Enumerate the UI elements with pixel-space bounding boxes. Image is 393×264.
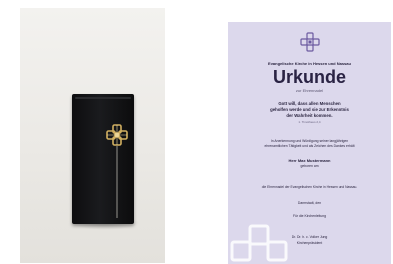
leadership-line: Für die Kirchenleitung (293, 214, 326, 218)
cross-watermark-icon (230, 224, 288, 262)
verse-line: Gott will, dass allen Menschen (278, 101, 341, 106)
box-edge (75, 97, 131, 99)
recognition-text: ehrenamtlichen Tätigkeit und als Zeichen… (264, 144, 355, 148)
certificate-subtitle: zur Ehrennadel (295, 88, 324, 93)
award-text: die Ehrennadel der Evangelischen Kirche … (261, 185, 358, 189)
verse-line: geholfen werde und sie zur Erkenntnis (270, 107, 349, 112)
recognition-text: In Anerkennung und Würdigung seiner lang… (270, 139, 349, 143)
birth-date-label: geboren am (300, 164, 319, 168)
verse-line: der Wahrheit kommen. (286, 113, 333, 118)
ehrennadel-pin-icon (106, 124, 128, 218)
certificate-document: Evangelische Kirche in Hessen und Nassau… (228, 22, 391, 264)
verse-reference: 1. Timotheus 2,4 (298, 120, 321, 124)
place-date-line: Darmstadt, den (297, 201, 322, 205)
issuer-name: Evangelische Kirche in Hessen und Nassau (268, 61, 351, 66)
pin-photo (20, 8, 165, 263)
recipient-name: Herr Max Mustermann (288, 158, 331, 163)
certificate-title: Urkunde (272, 67, 346, 87)
pin-box (72, 94, 134, 224)
ekhn-cross-logo-icon (300, 32, 320, 52)
